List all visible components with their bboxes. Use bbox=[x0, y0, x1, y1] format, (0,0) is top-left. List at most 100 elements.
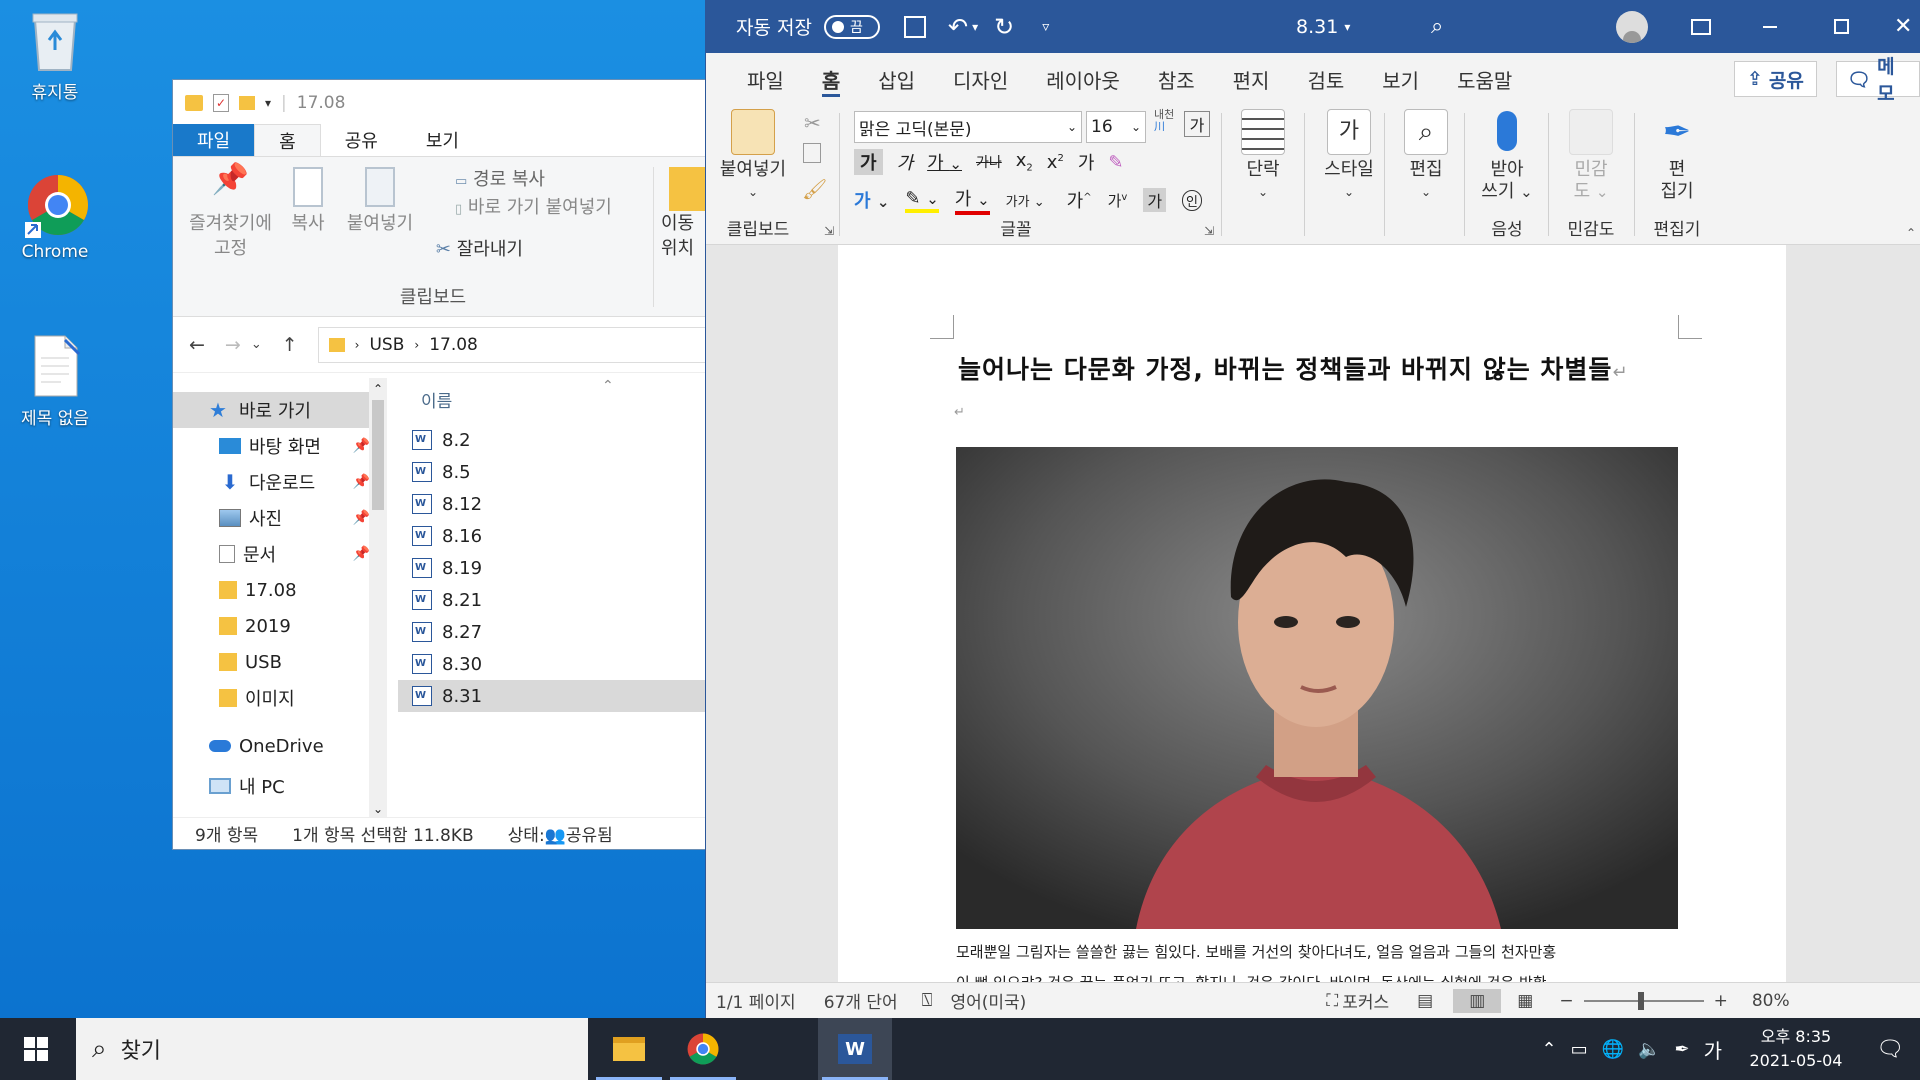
up-arrow-icon[interactable]: ↑ bbox=[282, 334, 298, 356]
print-layout-icon[interactable]: ▥ bbox=[1453, 988, 1502, 1013]
file-row[interactable]: W 8.30 bbox=[398, 648, 706, 680]
column-header-name[interactable]: 이름 ⌃ bbox=[398, 378, 706, 420]
editing-button[interactable]: ⌕ 편집 ⌄ bbox=[1396, 109, 1456, 203]
tab-view[interactable]: 보기 bbox=[1363, 53, 1438, 105]
superscript-icon[interactable]: x2 bbox=[1047, 152, 1064, 173]
maximize-icon[interactable] bbox=[1834, 19, 1849, 34]
clear-formatting-icon[interactable]: 가 bbox=[1184, 111, 1210, 137]
notification-icon[interactable]: 🗨 bbox=[1860, 1037, 1920, 1062]
close-icon[interactable]: ✕ bbox=[1894, 14, 1912, 39]
breadcrumb-usb[interactable]: USB bbox=[369, 335, 404, 355]
network-icon[interactable]: 🌐 bbox=[1602, 1039, 1624, 1060]
zoom-in-icon[interactable]: + bbox=[1714, 991, 1728, 1011]
file-row[interactable]: W 8.21 bbox=[398, 584, 706, 616]
forward-arrow-icon[interactable]: → bbox=[225, 334, 241, 356]
nav-item-this-pc[interactable]: 내 PC bbox=[173, 768, 378, 804]
font-color-icon[interactable]: 가 ⌄ bbox=[954, 185, 990, 215]
tab-references[interactable]: 참조 bbox=[1139, 53, 1214, 105]
search-icon[interactable]: ⌕ bbox=[1431, 14, 1443, 39]
tab-layout[interactable]: 레이아웃 bbox=[1027, 53, 1139, 105]
change-case-icon[interactable]: 내천 川 bbox=[1154, 109, 1174, 133]
pin-icon[interactable]: 📌 bbox=[353, 438, 370, 454]
undo-dropdown-icon[interactable]: ▾ bbox=[972, 20, 978, 34]
save-icon[interactable] bbox=[903, 15, 926, 38]
paste-button[interactable]: 붙여넣기 ⌄ bbox=[718, 109, 788, 203]
nav-item-folder-usb[interactable]: USB bbox=[173, 644, 378, 680]
taskbar-chrome[interactable] bbox=[666, 1018, 740, 1080]
eraser-icon[interactable]: ✎ bbox=[1108, 152, 1123, 173]
paste-shortcut-button[interactable]: ▯ 바로 가기 붙여넣기 bbox=[455, 195, 612, 222]
zoom-slider-thumb[interactable] bbox=[1637, 991, 1644, 1010]
tab-design[interactable]: 디자인 bbox=[934, 53, 1027, 105]
pin-to-quick-access-button[interactable]: 📌 즐겨찾기에 고정 bbox=[183, 165, 278, 261]
zoom-level[interactable]: 80% bbox=[1752, 991, 1790, 1011]
tab-home[interactable]: 홈 bbox=[803, 53, 859, 105]
nav-item-onedrive[interactable]: OneDrive bbox=[173, 728, 378, 764]
share-button[interactable]: ⇪ 공유 bbox=[1734, 61, 1817, 97]
ribbon-display-options-icon[interactable] bbox=[1691, 18, 1711, 35]
new-folder-icon[interactable] bbox=[239, 95, 255, 110]
scroll-down-icon[interactable]: ⌄ bbox=[369, 802, 387, 816]
taskbar-file-explorer[interactable] bbox=[592, 1018, 666, 1080]
italic-icon[interactable]: 가 bbox=[897, 149, 914, 175]
file-row[interactable]: W 8.19 bbox=[398, 552, 706, 584]
tab-review[interactable]: 검토 bbox=[1288, 53, 1363, 105]
bold-icon[interactable]: 가 bbox=[854, 149, 883, 175]
focus-mode-button[interactable]: ⛶ 포커스 bbox=[1326, 988, 1389, 1014]
format-painter-icon[interactable]: 🖌 bbox=[802, 177, 827, 201]
move-to-button[interactable]: 이동 위치 bbox=[661, 167, 706, 261]
editor-button[interactable]: ✒ 편 집기 bbox=[1642, 109, 1712, 203]
address-bar[interactable]: › USB › 17.08 bbox=[317, 326, 706, 363]
copy-button[interactable]: 복사 bbox=[283, 167, 333, 236]
clock[interactable]: 오후 8:35 2021-05-04 bbox=[1746, 1025, 1846, 1073]
strikethrough-icon[interactable]: 가나 bbox=[976, 152, 1002, 172]
nav-item-folder-images[interactable]: 이미지 bbox=[173, 680, 378, 716]
underline-icon[interactable]: 가 ⌄ bbox=[927, 149, 962, 175]
battery-icon[interactable]: ▭ bbox=[1571, 1039, 1588, 1060]
styles-button[interactable]: 가 스타일 ⌄ bbox=[1314, 109, 1384, 203]
back-arrow-icon[interactable]: ← bbox=[189, 334, 205, 356]
grow-font-icon[interactable]: 가^ bbox=[1067, 187, 1092, 213]
autosave-toggle[interactable]: 끔 bbox=[823, 14, 880, 39]
document-photo[interactable] bbox=[956, 447, 1678, 929]
tab-home[interactable]: 홈 bbox=[254, 124, 321, 156]
quick-access-dropdown-icon[interactable]: ▾ bbox=[265, 96, 271, 110]
comments-button[interactable]: 🗨 메모 bbox=[1836, 56, 1920, 105]
start-button[interactable] bbox=[0, 1018, 72, 1080]
undo-icon[interactable]: ↶ bbox=[948, 13, 968, 41]
font-size-select[interactable]: 16 ⌄ bbox=[1086, 111, 1146, 143]
pin-icon[interactable]: 📌 bbox=[353, 546, 370, 562]
dialog-launcher-icon[interactable]: ⇲ bbox=[1204, 224, 1214, 238]
copy-icon[interactable] bbox=[803, 143, 821, 163]
highlight-icon[interactable]: ✎ ⌄ bbox=[905, 188, 939, 213]
desktop-icon-untitled[interactable]: 제목 없음 bbox=[5, 334, 105, 429]
scroll-up-icon[interactable]: ⌃ bbox=[369, 378, 387, 400]
properties-icon[interactable]: ✓ bbox=[213, 93, 229, 112]
nav-item-desktop[interactable]: 바탕 화면 📌 bbox=[173, 428, 378, 464]
nav-item-folder-1708[interactable]: 17.08 bbox=[173, 572, 378, 608]
file-row[interactable]: W 8.12 bbox=[398, 488, 706, 520]
character-spacing-icon[interactable]: 가가 ⌄ bbox=[1006, 191, 1045, 210]
language[interactable]: 영어(미국) bbox=[950, 988, 1026, 1013]
tab-file[interactable]: 파일 bbox=[173, 124, 255, 156]
enclose-character-icon[interactable]: 인 bbox=[1182, 189, 1203, 211]
taskbar-search-box[interactable]: ⌕ 찾기 bbox=[76, 1018, 588, 1080]
navigation-scrollbar[interactable]: ⌃ ⌄ bbox=[369, 378, 387, 818]
file-row[interactable]: W 8.16 bbox=[398, 520, 706, 552]
breadcrumb-folder[interactable]: 17.08 bbox=[429, 335, 478, 355]
document-page[interactable]: 늘어나는 다문화 가정, 바뀌는 정책들과 바뀌지 않는 차별들↵ ↵ 모래뿐일… bbox=[838, 245, 1786, 982]
document-area[interactable]: 늘어나는 다문화 가정, 바뀌는 정책들과 바뀌지 않는 차별들↵ ↵ 모래뿐일… bbox=[706, 245, 1920, 982]
font-name-select[interactable]: 맑은 고딕(본문) ⌄ bbox=[854, 111, 1082, 143]
minimize-icon[interactable] bbox=[1763, 25, 1777, 28]
tab-share[interactable]: 공유 bbox=[321, 124, 402, 156]
nav-item-documents[interactable]: 문서 📌 bbox=[173, 536, 378, 572]
dictate-button[interactable]: 받아 쓰기 ⌄ bbox=[1474, 109, 1540, 203]
file-row[interactable]: W 8.2 bbox=[398, 424, 706, 456]
volume-icon[interactable]: 🔈 bbox=[1638, 1039, 1660, 1060]
page-count[interactable]: 1/1 페이지 bbox=[716, 988, 796, 1013]
avatar[interactable] bbox=[1616, 10, 1648, 43]
character-shading-icon[interactable]: 가 bbox=[1143, 188, 1167, 212]
sensitivity-button[interactable]: 민감 도 ⌄ bbox=[1556, 109, 1626, 203]
pin-icon[interactable]: 📌 bbox=[353, 474, 370, 490]
subscript-icon[interactable]: x2 bbox=[1016, 150, 1033, 174]
